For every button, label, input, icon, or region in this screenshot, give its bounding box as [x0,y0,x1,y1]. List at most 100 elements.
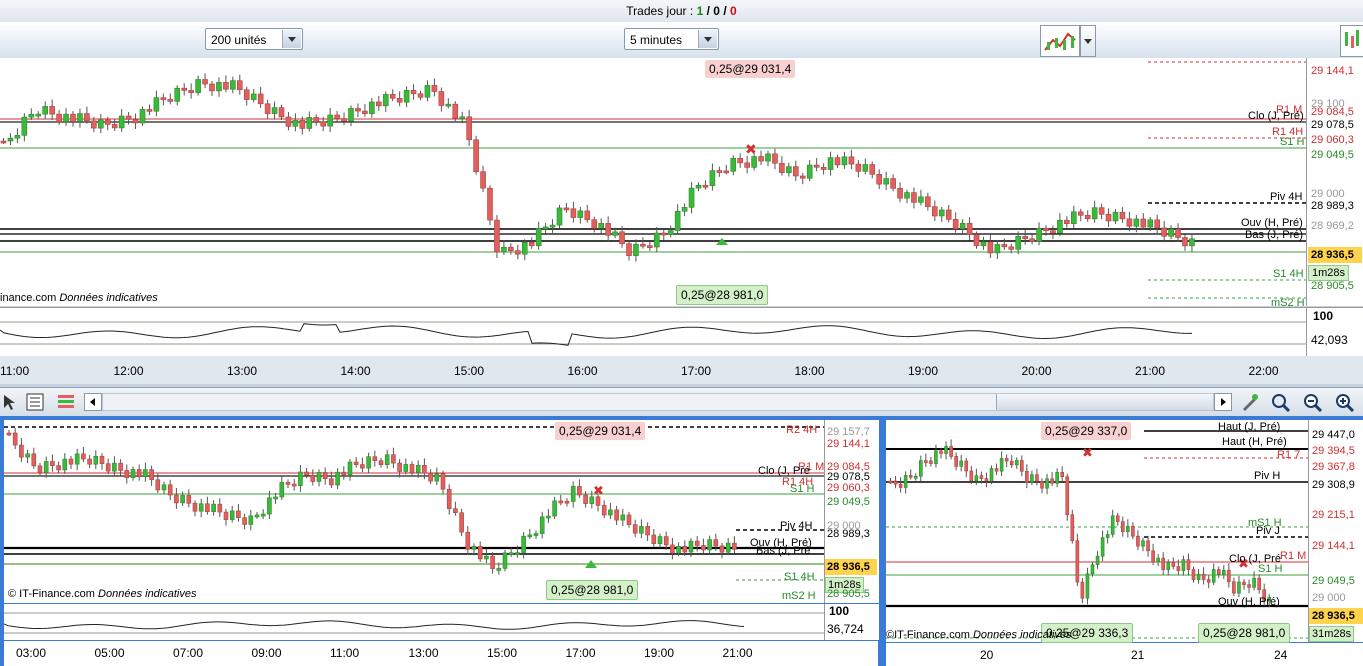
chart-small-icon [1345,30,1359,48]
candle [598,223,605,229]
candle [6,432,12,436]
candle [431,85,438,92]
candle [751,156,757,168]
candle [806,164,813,179]
candle [56,465,61,471]
bl-oscillator-line [4,612,824,634]
zoom-out-icon[interactable] [1302,392,1323,413]
candle [254,514,260,518]
candle [243,89,250,100]
br-trade-tag-bottom-b[interactable]: 0,25@28 981,0 [1198,623,1291,643]
level-bas: Bas (J, Pré) [1245,229,1304,241]
candle [155,479,161,491]
panel-toggle-button[interactable] [1340,25,1363,57]
candle [378,460,384,465]
candle [682,545,688,553]
candle [1090,564,1095,575]
candle [1071,211,1077,224]
candle [1146,540,1150,552]
candle [577,210,584,218]
candle [1115,515,1120,522]
candle [556,207,563,226]
chevron-down-icon[interactable] [698,30,717,48]
bl-oscillator-path [4,620,745,630]
candle [645,526,650,536]
candle [21,116,28,136]
candle [918,196,924,203]
chart-style-button[interactable] [1040,25,1080,57]
candle [1136,535,1140,547]
indicator-tool-icon[interactable] [56,392,76,412]
candle [570,486,576,502]
candle [954,456,958,467]
bl-price-chart[interactable]: ✖ 0,25@29 031,4 0,25@28 981,0 © IT-Finan… [4,420,824,603]
candle [848,156,855,165]
candle [1035,474,1039,482]
bl-trade-tag-bottom[interactable]: 0,25@28 981,0 [546,580,639,600]
scroll-thumb[interactable] [996,394,1213,410]
candle [1110,515,1115,535]
candle [949,446,953,457]
trade-tag-bottom[interactable]: 0,25@28 981,0 [676,285,769,305]
candle [1141,540,1145,547]
candle [709,170,716,186]
candle [181,87,187,91]
candle [422,465,427,474]
candle [973,234,980,247]
candle [424,85,431,98]
br-price-label: 29 144,1 [1312,540,1355,552]
scroll-track[interactable] [102,393,1214,411]
candle [285,482,291,485]
candle [211,503,216,512]
candle [688,187,695,208]
draw-tool-icon[interactable] [1240,392,1260,412]
candle [1004,458,1009,462]
candle [657,536,663,544]
zoom-fit-icon[interactable] [1270,392,1291,413]
candle [632,524,638,534]
candle [1095,555,1100,566]
main-candles: ✖ [0,61,1306,299]
candle [1029,238,1035,242]
trade-tag-top[interactable]: 0,25@29 031,4 [705,60,796,78]
main-time-label: 12:00 [113,364,144,378]
bl-level-piv4h: Piv 4H [780,520,813,532]
zoom-in-icon[interactable] [1334,392,1355,413]
candle [62,458,68,471]
candle [146,109,153,112]
main-oscillator[interactable] [0,307,1306,356]
candle [716,170,723,173]
main-time-label: 17:00 [681,364,712,378]
candle [939,450,943,454]
candle [1189,238,1195,247]
chart-style-dropdown[interactable] [1080,25,1096,57]
chevron-down-icon[interactable] [282,30,301,48]
candle [1025,470,1029,483]
price-label: 29 060,3 [1311,134,1354,146]
candle [369,101,375,115]
candle [688,540,694,553]
candle [584,210,591,220]
candle [1151,550,1155,563]
br-level-piv-h: Piv H [1254,470,1281,482]
scroll-left-button[interactable] [84,393,102,411]
br-trade-tag-top[interactable]: 0,25@29 337,0 [1041,422,1132,440]
candle [291,483,297,487]
scroll-right-button[interactable] [1214,393,1232,411]
list-tool-icon[interactable] [25,392,45,412]
bl-oscillator[interactable] [4,604,824,640]
candle [521,535,526,553]
units-select[interactable]: 200 unités [205,28,303,50]
main-price-chart[interactable]: ✖ 0,25@29 031,4 0,25@28 981,0 inance.com… [0,58,1306,309]
chart-toolbar: 200 unités 5 minutes [0,22,1363,59]
candle [765,153,771,162]
candle [1040,481,1044,489]
candle [310,474,316,482]
price-label: 28 905,5 [1311,280,1354,292]
cursor-tool-icon[interactable] [0,392,20,412]
timeframe-select[interactable]: 5 minutes [624,28,719,50]
br-price-chart[interactable]: ✖ ✖ 0,25@29 337,0 0,25@29 336,3 0,25@28 9… [886,420,1308,643]
candle [217,503,223,513]
candle [984,478,989,482]
bl-trade-tag-top[interactable]: 0,25@29 031,4 [555,422,646,440]
